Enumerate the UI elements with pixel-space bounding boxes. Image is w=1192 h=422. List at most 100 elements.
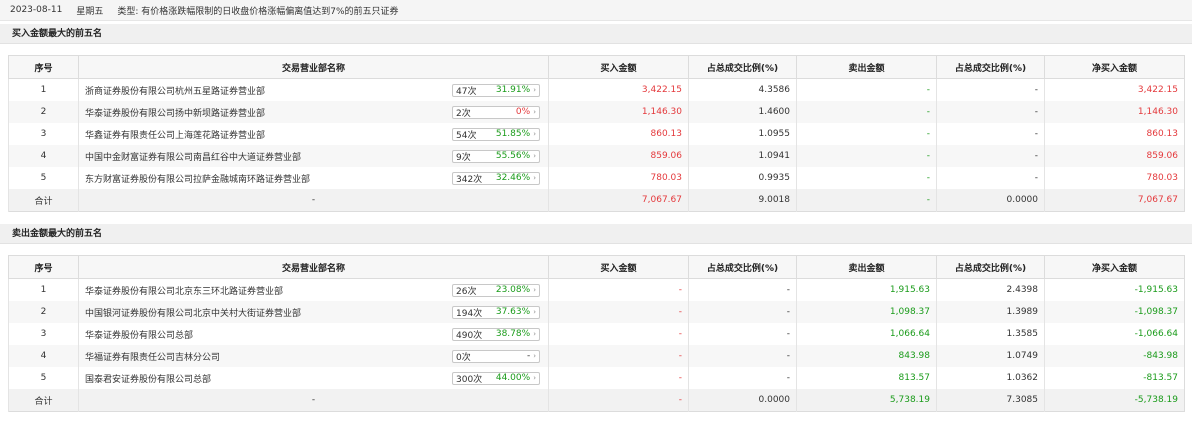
sell-ratio: 1.3585 [936,323,1045,345]
net-amount: -1,066.64 [1044,323,1185,345]
branch-cell: 东方财富证券股份有限公司拉萨金融城南环路证券营业部 342次 32.46% › [78,167,549,189]
chevron-right-icon: › [533,86,536,94]
buy-amount: 1,146.30 [548,101,689,123]
sell-amount: - [796,101,937,123]
branch-name[interactable]: 浙商证券股份有限公司杭州五星路证券营业部 [85,84,265,97]
sell-amount: - [796,123,937,145]
branch-cell: 中国中金财富证券有限公司南昌红谷中大道证券营业部 9次 55.56% › [78,145,549,167]
sell-amount: 813.57 [796,367,937,389]
branch-name[interactable]: 华福证券有限责任公司吉林分公司 [85,350,220,363]
net-amount: 780.03 [1044,167,1185,189]
chevron-right-icon: › [533,174,536,182]
sell-ratio: - [936,123,1045,145]
buy-amount: - [548,367,689,389]
branch-name[interactable]: 中国中金财富证券有限公司南昌红谷中大道证券营业部 [85,150,301,163]
total-row: 合计 - -0.0000 5,738.19 7.3085 -5,738.19 [8,389,1185,412]
branch-cell: 华泰证券股份有限公司总部 490次 38.78% › [78,323,549,345]
buy-ratio: 0.9935 [688,167,797,189]
total-buy-ratio: 0.0000 [688,389,797,412]
net-amount: 859.06 [1044,145,1185,167]
column-header: 交易营业部名称 [78,55,549,79]
total-label: 合计 [8,189,79,212]
win-ratio: - [526,351,531,361]
column-header: 序号 [8,55,79,79]
branch-name[interactable]: 华泰证券股份有限公司扬中新坝路证券营业部 [85,106,265,119]
chevron-right-icon: › [533,286,536,294]
trade-count: 300次 [456,374,483,385]
buy-amount: - [548,345,689,367]
buy-amount: - [548,301,689,323]
branch-name[interactable]: 华泰证券股份有限公司总部 [85,328,193,341]
chevron-right-icon: › [533,108,536,116]
net-amount: -1,915.63 [1044,278,1185,301]
branch-stats-pill[interactable]: 2次 0% › [452,105,540,119]
row-number: 2 [8,101,79,123]
total-row: 合计 -7,067.67 9.0018-0.0000 7,067.67 [8,189,1185,212]
branch-stats-pill[interactable]: 26次 23.08% › [452,283,540,297]
branch-name[interactable]: 中国银河证券股份有限公司北京中关村大街证券营业部 [85,306,301,319]
buy-ratio: - [688,278,797,301]
sell-section-title: 卖出金额最大的前五名 [0,224,1192,244]
branch-cell: 国泰君安证券股份有限公司总部 300次 44.00% › [78,367,549,389]
branch-stats-pill[interactable]: 9次 55.56% › [452,149,540,163]
row-number: 5 [8,367,79,389]
sell-ratio: 1.0362 [936,367,1045,389]
sell-amount: 1,915.63 [796,278,937,301]
buy-ratio: 1.0941 [688,145,797,167]
table-row: 1 华泰证券股份有限公司北京东三环北路证券营业部 26次 23.08% › - -1,915… [8,278,1185,301]
total-name: - [78,189,549,212]
trade-count: 54次 [456,130,477,141]
trade-count: 9次 [456,152,471,163]
buy-table-header: 序号 交易营业部名称 买入金额 占总成交比例(%) 卖出金额 占总成交比例(%) 净买入金额 [8,55,1185,79]
win-ratio: 0% [515,107,531,117]
branch-cell: 华福证券有限责任公司吉林分公司 0次 - › [78,345,549,367]
column-header: 占总成交比例(%) [936,255,1045,279]
net-amount: -1,098.37 [1044,301,1185,323]
trade-count: 342次 [456,174,483,185]
sell-ratio: - [936,101,1045,123]
sell-ratio: 1.3989 [936,301,1045,323]
branch-wrap: 华泰证券股份有限公司北京东三环北路证券营业部 26次 23.08% › [85,283,542,297]
buy-table: 序号 交易营业部名称 买入金额 占总成交比例(%) 卖出金额 占总成交比例(%) 净买入金额… [8,55,1185,212]
branch-name[interactable]: 华鑫证券有限责任公司上海莲花路证券营业部 [85,128,265,141]
branch-wrap: 国泰君安证券股份有限公司总部 300次 44.00% › [85,371,542,385]
branch-name[interactable]: 国泰君安证券股份有限公司总部 [85,372,211,385]
table-row: 1 浙商证券股份有限公司杭州五星路证券营业部 47次 31.91% › 3,422.15 4… [8,78,1185,101]
sell-amount: 1,066.64 [796,323,937,345]
total-net: -5,738.19 [1044,389,1185,412]
row-number: 3 [8,323,79,345]
buy-amount: - [548,278,689,301]
win-ratio: 38.78% [495,329,531,339]
branch-name[interactable]: 华泰证券股份有限公司北京东三环北路证券营业部 [85,284,283,297]
win-ratio: 23.08% [495,285,531,295]
branch-stats-pill[interactable]: 342次 32.46% › [452,171,540,185]
buy-amount: 860.13 [548,123,689,145]
branch-wrap: 东方财富证券股份有限公司拉萨金融城南环路证券营业部 342次 32.46% › [85,171,542,185]
column-header: 卖出金额 [796,55,937,79]
branch-wrap: 中国中金财富证券有限公司南昌红谷中大道证券营业部 9次 55.56% › [85,149,542,163]
branch-wrap: 浙商证券股份有限公司杭州五星路证券营业部 47次 31.91% › [85,83,542,97]
buy-ratio: - [688,345,797,367]
branch-stats-pill[interactable]: 300次 44.00% › [452,371,540,385]
buy-ratio: 1.4600 [688,101,797,123]
branch-stats-pill[interactable]: 490次 38.78% › [452,327,540,341]
total-sell: - [796,189,937,212]
branch-stats-pill[interactable]: 54次 51.85% › [452,127,540,141]
branch-name[interactable]: 东方财富证券股份有限公司拉萨金融城南环路证券营业部 [85,172,310,185]
row-number: 1 [8,78,79,101]
branch-stats-pill[interactable]: 47次 31.91% › [452,83,540,97]
branch-wrap: 华泰证券股份有限公司扬中新坝路证券营业部 2次 0% › [85,105,542,119]
buy-amount: - [548,323,689,345]
chevron-right-icon: › [533,152,536,160]
total-buy: 7,067.67 [548,189,689,212]
branch-cell: 浙商证券股份有限公司杭州五星路证券营业部 47次 31.91% › [78,78,549,101]
row-number: 1 [8,278,79,301]
sell-table-header: 序号 交易营业部名称 买入金额 占总成交比例(%) 卖出金额 占总成交比例(%) 净买入金额 [8,255,1185,279]
info-bar: 2023-08-11 星期五 类型: 有价格涨跌幅限制的日收盘价格涨幅偏离值达到… [0,0,1192,21]
column-header: 卖出金额 [796,255,937,279]
table-row: 3 华泰证券股份有限公司总部 490次 38.78% › - -1,066.64 1.3585… [8,323,1185,345]
row-number: 4 [8,345,79,367]
branch-stats-pill[interactable]: 194次 37.63% › [452,305,540,319]
sell-ratio: - [936,145,1045,167]
branch-stats-pill[interactable]: 0次 - › [452,349,540,363]
